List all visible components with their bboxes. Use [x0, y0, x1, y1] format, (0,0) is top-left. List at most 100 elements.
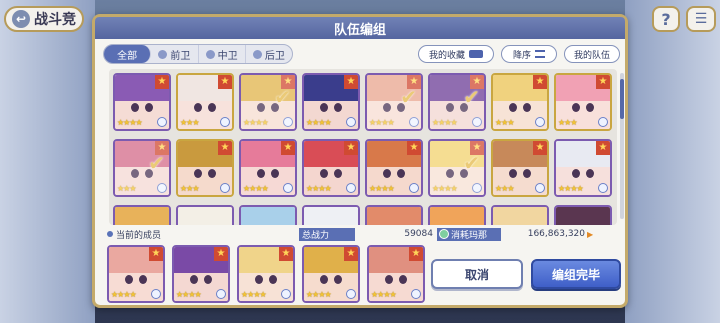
team-member-card[interactable]: ★ ★★★★ [107, 245, 165, 303]
my-team-button[interactable]: 我的队伍 [564, 45, 620, 63]
rank-icon [157, 117, 167, 127]
rarity-badge-icon: ★ [596, 75, 610, 89]
character-card[interactable] [176, 205, 234, 225]
star-rating: ★★★★ [306, 118, 332, 127]
character-card[interactable]: ★ ★★★★ [365, 139, 423, 197]
favorites-button[interactable]: 我的收藏 [418, 45, 494, 63]
rarity-badge-icon: ★ [344, 247, 358, 261]
rarity-badge-icon: ★ [407, 141, 421, 155]
rarity-badge-icon: ★ [279, 247, 293, 261]
scrollbar-thumb[interactable] [620, 79, 624, 119]
rank-icon [216, 289, 226, 299]
character-eye [139, 275, 147, 284]
character-eye [523, 103, 531, 112]
rank-icon [151, 289, 161, 299]
team-member-card[interactable]: ★ ★★★★ [367, 245, 425, 303]
rarity-badge-icon: ★ [155, 75, 169, 89]
character-eye [320, 275, 328, 284]
star-rating: ★★★★ [371, 290, 397, 299]
character-eye [125, 275, 133, 284]
team-member-card[interactable]: ★ ★★★★ [172, 245, 230, 303]
character-hair [430, 141, 484, 167]
character-card[interactable]: ★ ★★★★ ✔ [428, 139, 486, 197]
character-hair [556, 207, 610, 225]
character-card[interactable]: ★ ★★★ [491, 139, 549, 197]
character-card[interactable]: ★ ★★★★ [302, 73, 360, 131]
character-card[interactable]: ★ ★★★ [176, 139, 234, 197]
filter-front-tab[interactable]: 前卫 [151, 45, 199, 63]
rarity-badge-icon: ★ [409, 247, 423, 261]
star-rating: ★★★★ [369, 184, 395, 193]
rarity-badge-icon: ★ [470, 141, 484, 155]
rarity-badge-icon: ★ [214, 247, 228, 261]
menu-button[interactable]: ☰ [686, 6, 716, 32]
favorites-label: 我的收藏 [428, 50, 465, 61]
character-eye [194, 169, 202, 178]
star-rating: ★★★★ [117, 118, 143, 127]
help-button[interactable]: ? [652, 6, 680, 32]
rarity-badge-icon: ★ [218, 141, 232, 155]
character-card[interactable] [554, 205, 612, 225]
back-button[interactable]: ↩ 战斗竞 [4, 6, 84, 32]
character-card[interactable] [113, 205, 171, 225]
members-label-text: 当前的成员 [116, 230, 162, 241]
star-rating: ★★★★ [432, 118, 458, 127]
character-hair [115, 207, 169, 225]
character-hair [115, 141, 169, 167]
character-card[interactable] [302, 205, 360, 225]
character-card[interactable]: ★ ★★★★ [554, 139, 612, 197]
character-eye [523, 169, 531, 178]
character-card[interactable]: ★ ★★★ [554, 73, 612, 131]
character-card[interactable]: ★ ★★★★ [113, 73, 171, 131]
character-eye [131, 103, 139, 112]
character-eye [572, 103, 580, 112]
character-card[interactable]: ★ ★★★★ [239, 139, 297, 197]
star-rating: ★★★ [117, 184, 136, 193]
selected-check-icon: ✔ [463, 85, 480, 109]
filter-all-tab[interactable]: 全部 [104, 45, 152, 63]
rank-icon [346, 289, 356, 299]
sort-order-button[interactable]: 降序 [501, 45, 557, 63]
character-card[interactable]: ★ ★★★ [491, 73, 549, 131]
grid-scrollbar[interactable] [620, 73, 624, 219]
character-card[interactable] [239, 205, 297, 225]
team-member-card[interactable]: ★ ★★★★ [302, 245, 360, 303]
filter-back-label: 后卫 [264, 50, 285, 62]
character-eye [190, 275, 198, 284]
mana-cost-label: 消耗玛那 [437, 227, 501, 241]
mana-coin-icon [439, 229, 449, 239]
star-rating: ★★★ [180, 118, 199, 127]
current-team-slots: ★ ★★★★ ★ ★★★★ ★ ★★★★ ★ ★★★★ ★ ★★★★ [103, 245, 433, 305]
character-card[interactable]: ★ ★★★★ ✔ [239, 73, 297, 131]
character-eye [257, 169, 265, 178]
filter-back-tab[interactable]: 后卫 [246, 45, 292, 63]
rank-icon [281, 289, 291, 299]
character-card[interactable] [491, 205, 549, 225]
team-member-card[interactable]: ★ ★★★★ [237, 245, 295, 303]
character-card[interactable]: ★ ★★★★ ✔ [365, 73, 423, 131]
star-rating: ★★★★ [241, 290, 267, 299]
character-eye [145, 103, 153, 112]
character-portrait [430, 75, 484, 129]
character-hair [430, 75, 484, 101]
character-card[interactable]: ★ ★★★ [176, 73, 234, 131]
character-portrait [367, 75, 421, 129]
character-card[interactable] [428, 205, 486, 225]
rank-icon [220, 117, 230, 127]
character-card[interactable]: ★ ★★★★ ✔ [428, 73, 486, 131]
sort-order-label: 降序 [512, 50, 531, 61]
character-eye [334, 275, 342, 284]
character-card[interactable]: ★ ★★★ ✔ [113, 139, 171, 197]
character-hair [493, 207, 547, 225]
character-eye [397, 103, 405, 112]
character-eye [397, 169, 405, 178]
filter-middle-tab[interactable]: 中卫 [199, 45, 246, 63]
character-eye [334, 169, 342, 178]
cancel-button[interactable]: 取消 [431, 259, 523, 289]
character-card[interactable] [365, 205, 423, 225]
character-card[interactable]: ★ ★★★★ [302, 139, 360, 197]
finish-edit-button[interactable]: 编组完毕 [531, 259, 621, 289]
character-eye [446, 169, 454, 178]
character-hair [367, 75, 421, 101]
star-rating: ★★★★ [243, 118, 269, 127]
